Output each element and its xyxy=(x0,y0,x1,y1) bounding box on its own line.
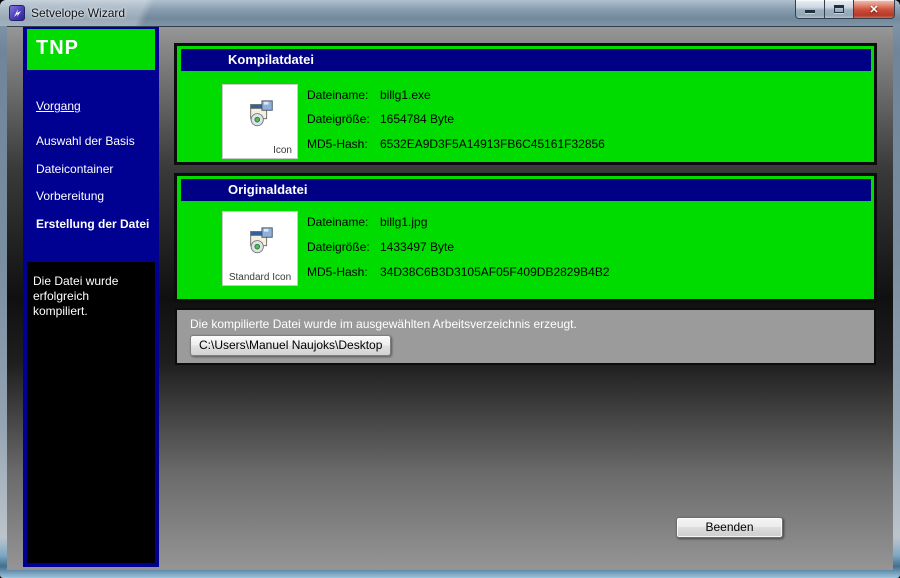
sidebar-item-dateicontainer: Dateicontainer xyxy=(36,162,114,176)
installer-icon xyxy=(250,100,273,127)
file-detail-row: MD5-Hash: 6532EA9D3F5A14913FB6C45161F3285… xyxy=(307,137,605,151)
detail-label: MD5-Hash: xyxy=(307,265,368,279)
app-window: Setvelope Wizard ✕ TNP Vorgang Auswahl d… xyxy=(0,0,900,578)
installer-icon xyxy=(250,227,273,254)
compiled-file-panel-title: Kompilatdatei xyxy=(181,49,871,71)
app-logo-glyph xyxy=(14,9,21,17)
maximize-button[interactable] xyxy=(825,0,853,19)
detail-value: 1654784 Byte xyxy=(380,112,455,126)
file-detail-row: Dateigröße: 1433497 Byte xyxy=(307,240,454,254)
result-strip: Die kompilierte Datei wurde im ausgewähl… xyxy=(177,310,874,363)
compiled-file-icon-box: Icon xyxy=(222,84,298,159)
title-bar[interactable]: Setvelope Wizard ✕ xyxy=(0,0,900,26)
status-message: Die Datei wurde erfolgreich kompiliert. xyxy=(27,262,155,563)
detail-label: Dateiname: xyxy=(307,88,369,102)
window-controls: ✕ xyxy=(795,0,895,19)
detail-value: billg1.exe xyxy=(380,88,431,102)
result-message: Die kompilierte Datei wurde im ausgewähl… xyxy=(190,317,577,331)
file-detail-row: Dateigröße: 1654784 Byte xyxy=(307,112,454,126)
sidebar: TNP Vorgang Auswahl der Basis Dateiconta… xyxy=(23,27,159,567)
working-directory-button[interactable]: C:\Users\Manuel Naujoks\Desktop xyxy=(190,335,392,356)
sidebar-item-auswahl-der-basis: Auswahl der Basis xyxy=(36,134,135,148)
sidebar-item-vorbereitung: Vorbereitung xyxy=(36,189,105,203)
file-detail-row: Dateiname: billg1.exe xyxy=(307,88,431,102)
window-title: Setvelope Wizard xyxy=(31,6,126,20)
detail-label: Dateiname: xyxy=(307,215,369,229)
original-file-panel: Originaldatei Standard Icon Dateiname: bi… xyxy=(177,176,874,299)
compiled-file-panel: Kompilatdatei Icon Dateiname: billg1.exe … xyxy=(177,46,874,162)
sidebar-item-erstellung-der-datei: Erstellung der Datei xyxy=(36,217,150,231)
close-button[interactable]: ✕ xyxy=(853,0,895,19)
detail-label: Dateigröße: xyxy=(307,240,370,254)
minimize-button[interactable] xyxy=(795,0,825,19)
maximize-icon xyxy=(834,5,844,13)
client-area: TNP Vorgang Auswahl der Basis Dateiconta… xyxy=(7,26,893,570)
detail-label: Dateigröße: xyxy=(307,112,370,126)
icon-caption: Icon xyxy=(273,145,292,156)
logo-box: TNP xyxy=(27,29,155,70)
close-icon: ✕ xyxy=(869,3,879,16)
sidebar-item-vorgang[interactable]: Vorgang xyxy=(36,99,81,113)
minimize-icon xyxy=(805,9,815,13)
file-detail-row: Dateiname: billg1.jpg xyxy=(307,215,427,229)
detail-value: 6532EA9D3F5A14913FB6C45161F32856 xyxy=(380,137,605,151)
detail-value: 34D38C6B3D3105AF05F409DB2829B4B2 xyxy=(380,265,610,279)
icon-caption: Standard Icon xyxy=(228,272,292,283)
original-file-panel-title: Originaldatei xyxy=(181,179,871,201)
original-file-icon-box: Standard Icon xyxy=(222,211,298,286)
detail-value: 1433497 Byte xyxy=(380,240,455,254)
file-detail-row: MD5-Hash: 34D38C6B3D3105AF05F409DB2829B4B… xyxy=(307,265,610,279)
quit-button[interactable]: Beenden xyxy=(676,517,783,538)
app-icon xyxy=(9,5,25,21)
detail-label: MD5-Hash: xyxy=(307,137,368,151)
detail-value: billg1.jpg xyxy=(380,215,428,229)
